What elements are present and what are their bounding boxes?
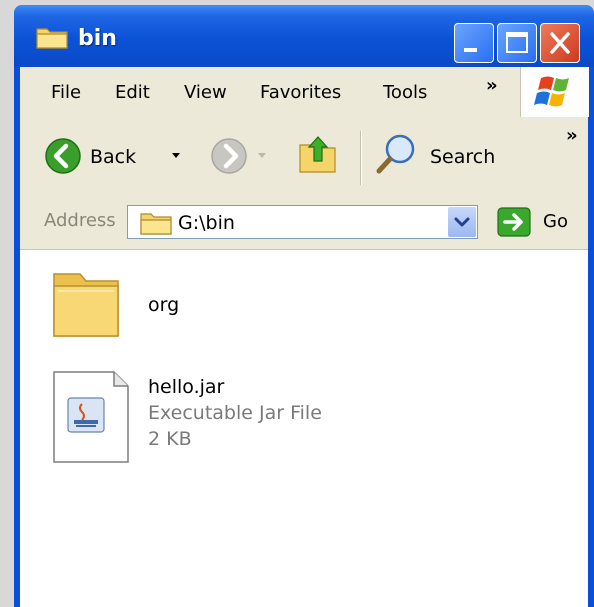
address-input[interactable]: G:\bin — [127, 205, 478, 239]
up-folder-icon[interactable] — [296, 131, 340, 177]
windows-logo — [520, 67, 589, 117]
address-folder-icon — [140, 213, 172, 235]
file-list: org hello.jar Executable Jar File 2 KB — [20, 250, 588, 607]
window-title: bin — [78, 26, 117, 51]
back-dropdown-icon[interactable] — [170, 151, 182, 161]
back-arrow-icon — [45, 138, 81, 174]
address-path: G:\bin — [178, 212, 235, 234]
back-button[interactable]: Back — [44, 127, 194, 185]
file-type: Executable Jar File — [148, 402, 322, 424]
jar-file-icon — [53, 371, 129, 463]
go-button-label[interactable]: Go — [543, 211, 568, 232]
list-item-hello-jar[interactable]: hello.jar Executable Jar File 2 KB — [50, 368, 350, 468]
close-button[interactable] — [540, 23, 580, 63]
minimize-button[interactable] — [454, 23, 494, 63]
toolbar-overflow-chevron[interactable]: » — [566, 125, 578, 146]
toolbar-separator — [360, 131, 362, 185]
search-icon — [376, 134, 415, 174]
title-bar[interactable]: bin — [14, 5, 594, 67]
menu-overflow-chevron[interactable]: » — [486, 75, 498, 96]
menu-file[interactable]: File — [51, 82, 81, 103]
chevron-down-icon — [454, 217, 470, 227]
list-item-folder-org[interactable]: org — [50, 264, 250, 346]
maximize-button[interactable] — [497, 23, 537, 63]
minimize-icon — [464, 48, 477, 52]
maximize-icon — [506, 32, 528, 53]
menu-bar: File Edit View Favorites Tools » — [20, 67, 589, 118]
menu-edit[interactable]: Edit — [115, 82, 150, 103]
menu-favorites[interactable]: Favorites — [260, 82, 341, 103]
explorer-window: bin File Edit View Favorites Tools » Bac… — [14, 5, 594, 607]
address-dropdown-button[interactable] — [448, 207, 476, 237]
menu-view[interactable]: View — [184, 82, 227, 103]
folder-icon — [36, 25, 68, 53]
folder-icon — [53, 273, 119, 337]
search-label: Search — [430, 146, 496, 168]
address-bar: Address G:\bin Go — [20, 195, 588, 250]
forward-arrow-icon[interactable] — [210, 137, 248, 175]
forward-dropdown-icon[interactable] — [257, 152, 267, 160]
close-icon — [550, 32, 570, 54]
menu-tools[interactable]: Tools — [383, 82, 427, 103]
go-icon[interactable] — [497, 207, 531, 237]
address-label: Address — [44, 210, 116, 231]
back-label: Back — [90, 146, 137, 168]
windows-logo-icon — [534, 76, 569, 107]
file-size: 2 KB — [148, 428, 192, 450]
search-button[interactable]: Search — [374, 127, 514, 185]
file-name: org — [148, 294, 180, 316]
file-name: hello.jar — [148, 376, 225, 398]
toolbar: Back Search » — [20, 117, 588, 196]
